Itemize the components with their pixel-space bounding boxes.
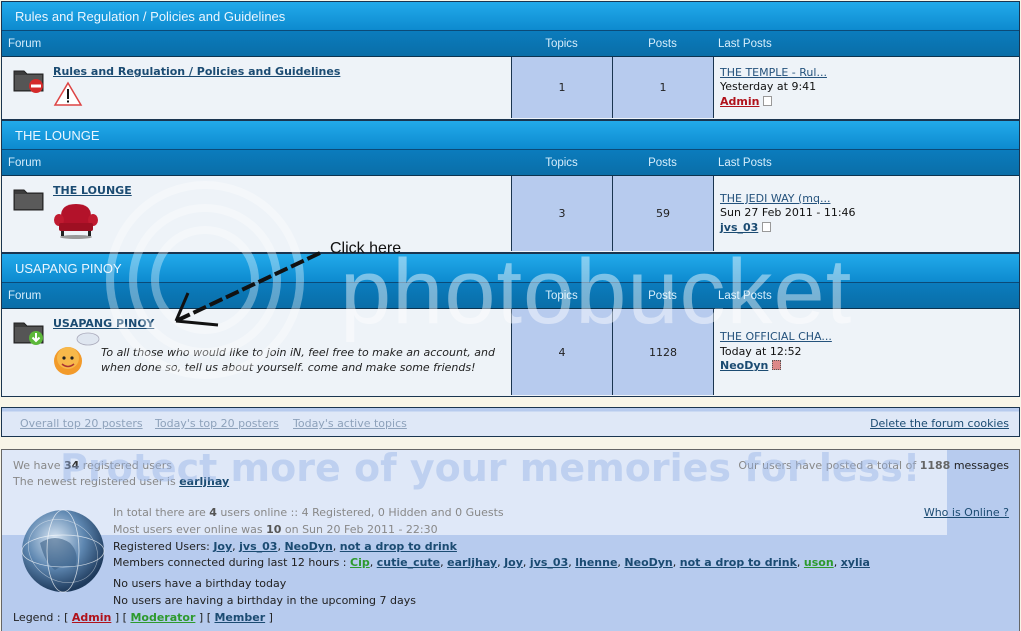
last-post-link[interactable]: THE JEDI WAY (mq... xyxy=(720,192,1019,207)
last-post-user[interactable]: Admin xyxy=(720,95,759,108)
last-post-cell: THE JEDI WAY (mq... Sun 27 Feb 2011 - 11… xyxy=(713,176,1019,251)
header-forum: Forum xyxy=(8,157,42,169)
header-topics: Topics xyxy=(545,290,578,302)
user-link[interactable]: NeoDyn xyxy=(624,556,672,569)
user-link[interactable]: Joy xyxy=(213,540,232,553)
posts-count: 59 xyxy=(612,176,713,251)
forum-cell: Rules and Regulation / Policies and Guid… xyxy=(2,57,511,118)
header-topics: Topics xyxy=(545,38,578,50)
annotation-arrow xyxy=(174,251,321,327)
user-link[interactable]: jvs_03 xyxy=(239,540,277,553)
table-header: Forum Topics Posts Last Posts xyxy=(2,31,1019,57)
legend-line: Legend : [ Admin ] [ Moderator ] [ Membe… xyxy=(13,611,273,624)
forum-link[interactable]: THE LOUNGE xyxy=(53,184,132,197)
table-header: Forum Topics Posts Last Posts xyxy=(2,150,1019,176)
last-post-user[interactable]: jvs_03 xyxy=(720,221,758,234)
delete-cookies-link[interactable]: Delete the forum cookies xyxy=(870,417,1009,430)
category-rules: Rules and Regulation / Policies and Guid… xyxy=(1,1,1020,120)
last-post-cell: THE OFFICIAL CHA... Today at 12:52 NeoDy… xyxy=(713,309,1019,395)
registered-count-line: We have 34 registered users xyxy=(13,459,172,472)
globe-icon xyxy=(21,509,105,593)
user-link[interactable]: cutie_cute xyxy=(377,556,440,569)
last-post-time: Sun 27 Feb 2011 - 11:46 xyxy=(720,206,856,220)
header-posts: Posts xyxy=(648,38,677,50)
newest-user-link[interactable]: earljhay xyxy=(179,475,229,488)
forum-row: THE LOUNGE 3 59 THE JEDI WAY (mq... Sun … xyxy=(2,176,1019,251)
who-is-online-link[interactable]: Who is Online ? xyxy=(924,506,1009,519)
last-post-time: Yesterday at 9:41 xyxy=(720,80,817,94)
links-bar: Overall top 20 posters Today's top 20 po… xyxy=(1,407,1020,437)
topics-count: 1 xyxy=(511,57,612,118)
folder-new-posts-icon xyxy=(13,322,44,345)
today-top-posters-link[interactable]: Today's top 20 posters xyxy=(155,417,279,430)
user-link[interactable]: xylia xyxy=(841,556,870,569)
forum-link[interactable]: Rules and Regulation / Policies and Guid… xyxy=(53,65,340,78)
topics-count: 3 xyxy=(511,176,612,251)
connected-users-list: Cip, cutie_cute, earljhay, Joy, jvs_03, … xyxy=(350,556,870,569)
posts-count: 1 xyxy=(612,57,713,118)
view-latest-post-icon[interactable] xyxy=(763,95,773,106)
warning-triangle-icon xyxy=(53,81,83,106)
user-link[interactable]: NeoDyn xyxy=(284,540,332,553)
category-lounge: THE LOUNGE Forum Topics Posts Last Posts… xyxy=(1,120,1020,253)
annotation-label: Click here xyxy=(330,240,402,257)
birthday-upcoming: No users are having a birthday in the up… xyxy=(113,594,416,607)
user-link[interactable]: not a drop to drink xyxy=(680,556,797,569)
newest-user-line: The newest registered user is earljhay xyxy=(13,475,230,488)
header-last-posts: Last Posts xyxy=(718,38,772,50)
last-post-link[interactable]: THE TEMPLE - Rul... xyxy=(720,66,1019,81)
category-usapang-pinoy: USAPANG PINOY Forum Topics Posts Last Po… xyxy=(1,253,1020,397)
header-forum: Forum xyxy=(8,290,42,302)
total-messages-line: Our users have posted a total of 1188 me… xyxy=(738,459,1009,472)
forum-row: USAPANG PINOY To all those who would lik… xyxy=(2,309,1019,395)
connected-users-line: Members connected during last 12 hours :… xyxy=(113,556,870,569)
overall-top-posters-link[interactable]: Overall top 20 posters xyxy=(20,417,143,430)
topics-count: 4 xyxy=(511,309,612,395)
legend-list: [ Admin ] [ Moderator ] [ Member ] xyxy=(64,611,273,624)
user-link[interactable]: Joy xyxy=(504,556,523,569)
armchair-icon xyxy=(54,204,98,239)
posts-count: 1128 xyxy=(612,309,713,395)
header-last-posts: Last Posts xyxy=(718,290,772,302)
user-link[interactable]: earljhay xyxy=(447,556,497,569)
registered-users-list: Joy, jvs_03, NeoDyn, not a drop to drink xyxy=(213,540,457,553)
forum-statistics: We have 34 registered users The newest r… xyxy=(1,449,1020,631)
online-total-line: In total there are 4 users online :: 4 R… xyxy=(113,506,504,519)
user-link[interactable]: not a drop to drink xyxy=(340,540,457,553)
user-link[interactable]: Cip xyxy=(350,556,370,569)
header-posts: Posts xyxy=(648,157,677,169)
category-title[interactable]: USAPANG PINOY xyxy=(2,254,1019,283)
last-post-cell: THE TEMPLE - Rul... Yesterday at 9:41 Ad… xyxy=(713,57,1019,118)
forum-row: Rules and Regulation / Policies and Guid… xyxy=(2,57,1019,118)
registered-users-line: Registered Users: Joy, jvs_03, NeoDyn, n… xyxy=(113,540,457,553)
user-link[interactable]: lhenne xyxy=(575,556,617,569)
header-topics: Topics xyxy=(545,157,578,169)
forum-link[interactable]: USAPANG PINOY xyxy=(53,317,154,330)
birthday-today: No users have a birthday today xyxy=(113,577,287,590)
view-latest-post-icon[interactable] xyxy=(762,221,772,232)
today-active-topics-link[interactable]: Today's active topics xyxy=(293,417,407,430)
last-post-time: Today at 12:52 xyxy=(720,344,802,358)
category-title[interactable]: Rules and Regulation / Policies and Guid… xyxy=(2,2,1019,31)
category-title[interactable]: THE LOUNGE xyxy=(2,121,1019,150)
forum-description: To all those who would like to join iN, … xyxy=(101,346,495,374)
folder-icon xyxy=(13,189,44,211)
most-online-line: Most users ever online was 10 on Sun 20 … xyxy=(113,523,438,536)
smiley-chat-icon xyxy=(54,332,100,375)
last-post-link[interactable]: THE OFFICIAL CHA... xyxy=(720,330,1019,345)
header-last-posts: Last Posts xyxy=(718,157,772,169)
user-link[interactable]: jvs_03 xyxy=(530,556,568,569)
legend-member[interactable]: Member xyxy=(214,611,265,624)
last-post-user[interactable]: NeoDyn xyxy=(720,359,768,372)
legend-mod[interactable]: Moderator xyxy=(130,611,195,624)
header-posts: Posts xyxy=(648,290,677,302)
folder-locked-icon xyxy=(13,70,44,93)
table-header: Forum Topics Posts Last Posts xyxy=(2,283,1019,309)
user-link[interactable]: uson xyxy=(804,556,834,569)
view-latest-post-icon[interactable] xyxy=(772,360,782,371)
forum-cell: THE LOUNGE xyxy=(2,176,511,251)
header-forum: Forum xyxy=(8,38,42,50)
legend-admin[interactable]: Admin xyxy=(72,611,111,624)
